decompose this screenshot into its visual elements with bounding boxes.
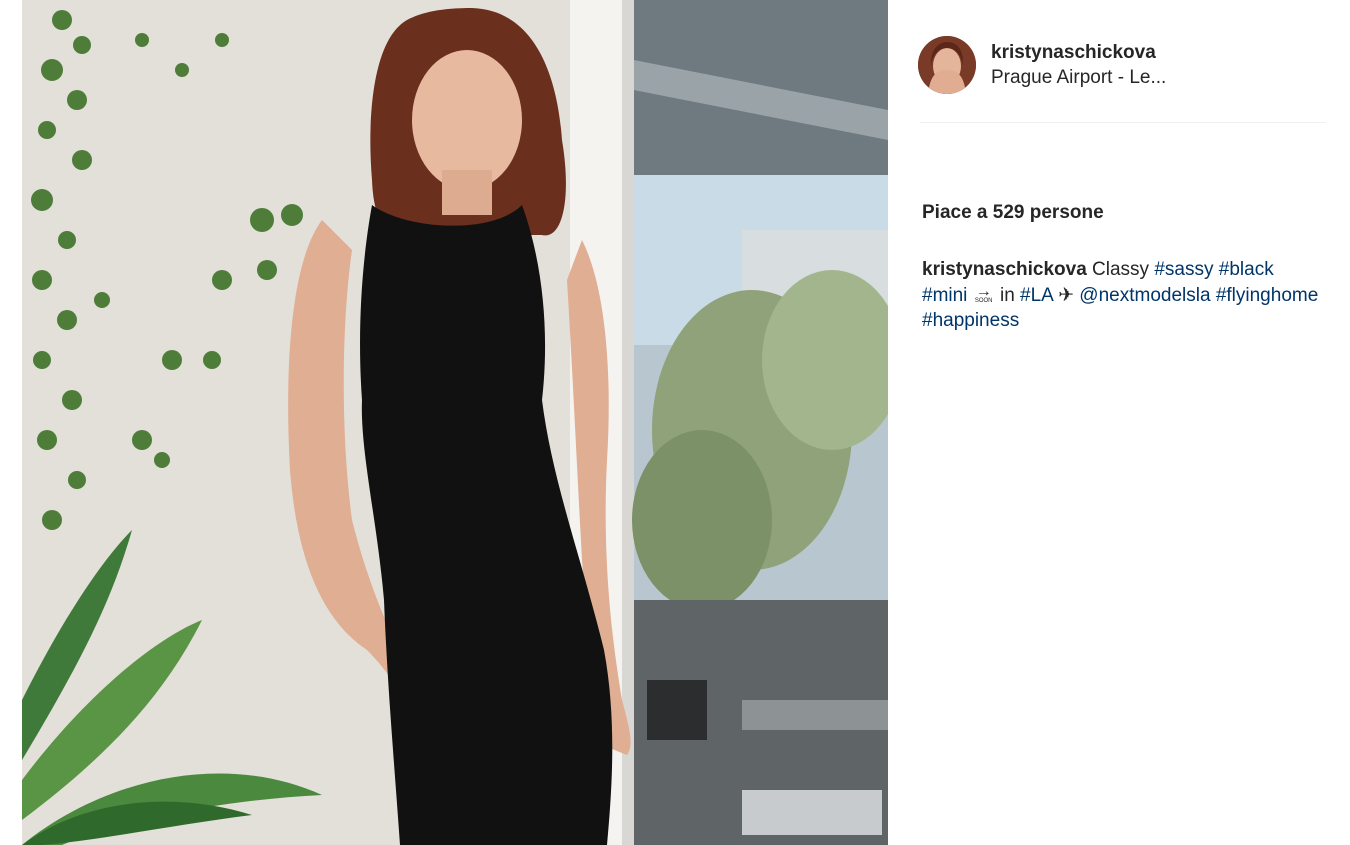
- post-photo[interactable]: [22, 0, 888, 845]
- photo-illustration: [22, 0, 888, 845]
- airplane-icon: ✈: [1058, 284, 1075, 306]
- soon-arrow-icon: → SOON: [973, 282, 995, 305]
- avatar[interactable]: [918, 36, 976, 94]
- soon-arrow-label: SOON: [974, 297, 993, 304]
- post-header-text: kristynaschickova Prague Airport - Le...: [991, 42, 1166, 90]
- post-info-panel: kristynaschickova Prague Airport - Le...…: [888, 0, 1350, 845]
- soon-arrow-glyph: →: [975, 282, 992, 300]
- post-header: kristynaschickova Prague Airport - Le...: [918, 36, 1326, 96]
- avatar-image: [918, 36, 976, 94]
- caption-text-in: in: [999, 284, 1015, 306]
- mention-nextmodelsla[interactable]: @nextmodelsla: [1079, 285, 1210, 306]
- hashtag-sassy[interactable]: #sassy: [1154, 259, 1213, 280]
- header-divider: [920, 122, 1326, 123]
- caption-username-link[interactable]: kristynaschickova: [922, 259, 1087, 280]
- hashtag-black[interactable]: #black: [1219, 259, 1274, 280]
- hashtag-flyinghome[interactable]: #flyinghome: [1216, 285, 1318, 306]
- hashtag-mini[interactable]: #mini: [922, 285, 967, 306]
- caption-text-classy: Classy: [1092, 259, 1150, 280]
- hashtag-happiness[interactable]: #happiness: [922, 310, 1019, 331]
- location-link[interactable]: Prague Airport - Le...: [991, 66, 1166, 90]
- post-caption: kristynaschickova Classy #sassy #black #…: [922, 257, 1322, 334]
- username-link[interactable]: kristynaschickova: [991, 42, 1166, 64]
- likes-count[interactable]: Piace a 529 persone: [922, 202, 1104, 224]
- hashtag-la[interactable]: #LA: [1020, 285, 1053, 306]
